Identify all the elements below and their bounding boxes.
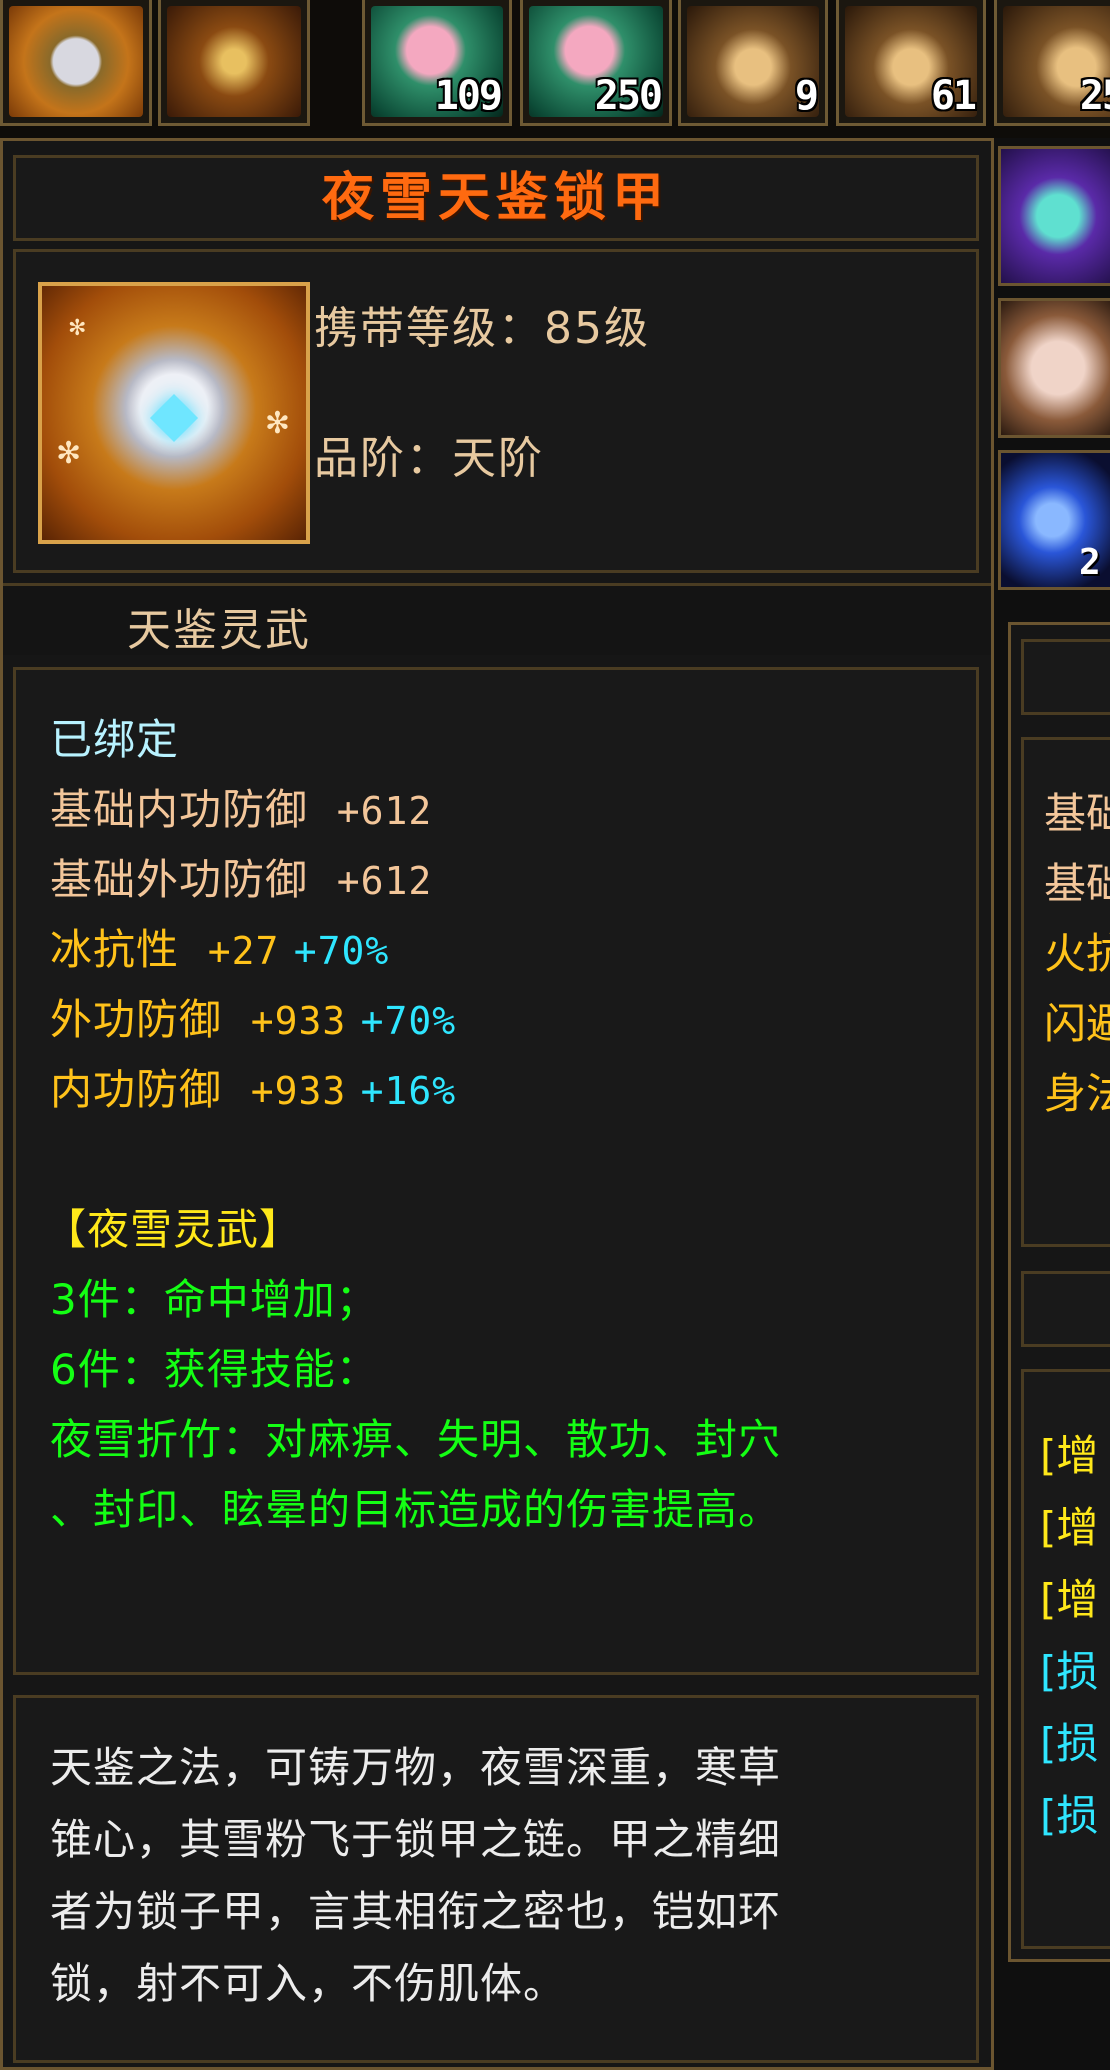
set-bonus-6: 6件：获得技能：: [50, 1345, 379, 1394]
inventory-slot-gold-ore-2[interactable]: 61: [836, 0, 986, 126]
attribute-row: 内功防御 +933 +16%: [50, 1056, 456, 1117]
inventory-bar: 109 250 9 61 25: [0, 0, 1110, 138]
attribute-bonus: +16%: [360, 1069, 457, 1113]
attribute-value: +933: [250, 999, 347, 1043]
item-count: 25: [1079, 73, 1110, 119]
attribute-row: 基础内功防御 +612: [50, 776, 432, 837]
attribute-value: +27: [207, 929, 280, 973]
inventory-slot-necklace[interactable]: [158, 0, 310, 126]
attribute-bonus: +70%: [360, 999, 457, 1043]
attribute-value: +612: [336, 859, 433, 903]
item-count: 250: [594, 73, 663, 119]
compare-title-bar: [1021, 639, 1110, 715]
inventory-slot-cloth[interactable]: [998, 298, 1110, 438]
compare-effects: [增 [增 [增 [损 [损 [损: [1021, 1369, 1110, 1949]
compare-attr: 闪避: [1044, 999, 1110, 1048]
compare-effect: [损: [1040, 1719, 1099, 1768]
inventory-slot-gold-ore-3[interactable]: 25: [994, 0, 1110, 126]
set-skill-line: 、封印、眩晕的目标造成的伤害提高。: [50, 1485, 782, 1534]
inventory-slot-heart-gem-1[interactable]: 109: [362, 0, 512, 126]
inventory-slot-heart-gem-2[interactable]: 250: [520, 0, 672, 126]
item-header: ✻ ✻ ✻ 携带等级：85级 品阶：天阶: [13, 249, 979, 573]
lore-line: 锁，射不可入，不伤肌体。: [50, 1959, 567, 2008]
item-count: 61: [930, 73, 977, 119]
compare-attributes: 基础 基础 火抗 闪避 身法: [1021, 737, 1110, 1247]
attribute-name: 基础外功防御: [50, 855, 309, 904]
compare-attr: 火抗: [1044, 929, 1110, 978]
set-bonus-3: 3件：命中增加；: [50, 1275, 379, 1324]
item-grade: 品阶：天阶: [314, 433, 544, 484]
attribute-bonus: +70%: [293, 929, 390, 973]
set-name: 【夜雪灵武】: [44, 1205, 303, 1254]
compare-attr: 基础: [1044, 789, 1110, 838]
lore-line: 天鉴之法，可铸万物，夜雪深重，寒草: [50, 1743, 782, 1792]
snowflake-icon: ✻: [68, 316, 87, 341]
inventory-slot-crystal[interactable]: [998, 146, 1110, 286]
compare-effect: [增: [1040, 1431, 1099, 1480]
compare-effect: [损: [1040, 1791, 1099, 1840]
attribute-value: +933: [250, 1069, 347, 1113]
attribute-row: 外功防御 +933 +70%: [50, 986, 456, 1047]
inventory-slot-blue-gem[interactable]: 2: [998, 450, 1110, 590]
set-tab[interactable]: 天鉴灵武: [3, 583, 991, 656]
item-count: 2: [1079, 542, 1101, 583]
attribute-value: +612: [336, 789, 433, 833]
necklace-icon: [167, 6, 301, 117]
compare-tab[interactable]: [1021, 1271, 1110, 1347]
compare-effect: [损: [1040, 1647, 1099, 1696]
lore-section: 天鉴之法，可铸万物，夜雪深重，寒草 锥心，其雪粉飞于锁甲之链。甲之精细 者为锁子…: [13, 1695, 979, 2063]
item-tooltip: 夜雪天鉴锁甲 ✻ ✻ ✻ 携带等级：85级 品阶：天阶 天鉴灵武 已绑定 基础内…: [0, 138, 994, 2070]
item-count: 9: [794, 73, 819, 119]
attribute-row: 冰抗性 +27 +70%: [50, 916, 389, 977]
attributes-section: 已绑定 基础内功防御 +612 基础外功防御 +612 冰抗性 +27 +70%…: [13, 667, 979, 1675]
gem-icon: [149, 394, 199, 443]
compare-attr: 身法: [1044, 1069, 1110, 1118]
inventory-slot-gold-ore-1[interactable]: 9: [678, 0, 828, 126]
set-tab-label: 天鉴灵武: [127, 605, 311, 656]
compare-effect: [增: [1040, 1503, 1099, 1552]
bound-status: 已绑定: [50, 715, 180, 764]
compare-tooltip: 基础 基础 火抗 闪避 身法 [增 [增 [增 [损 [损 [损: [1008, 622, 1110, 1962]
lore-line: 者为锁子甲，言其相衔之密也，铠如环: [50, 1887, 782, 1936]
lore-line: 锥心，其雪粉飞于锁甲之链。甲之精细: [50, 1815, 782, 1864]
compare-effect: [增: [1040, 1575, 1099, 1624]
item-name: 夜雪天鉴锁甲: [321, 168, 670, 228]
set-skill-line: 夜雪折竹：对麻痹、失明、散功、封穴: [50, 1415, 782, 1464]
snowflake-icon: ✻: [264, 406, 290, 441]
item-portrait-icon: ✻ ✻ ✻: [38, 282, 310, 544]
armor-icon: [9, 6, 143, 117]
attribute-name: 内功防御: [50, 1065, 223, 1114]
attribute-name: 冰抗性: [50, 925, 180, 974]
attribute-name: 外功防御: [50, 995, 223, 1044]
snowflake-icon: ✻: [56, 436, 82, 471]
inventory-slot-armor[interactable]: [0, 0, 152, 126]
tooltip-title-bar: 夜雪天鉴锁甲: [13, 155, 979, 241]
compare-attr: 基础: [1044, 859, 1110, 908]
carry-level: 携带等级：85级: [314, 303, 650, 354]
item-count: 109: [434, 73, 503, 119]
attribute-row: 基础外功防御 +612: [50, 846, 432, 907]
attribute-name: 基础内功防御: [50, 785, 309, 834]
